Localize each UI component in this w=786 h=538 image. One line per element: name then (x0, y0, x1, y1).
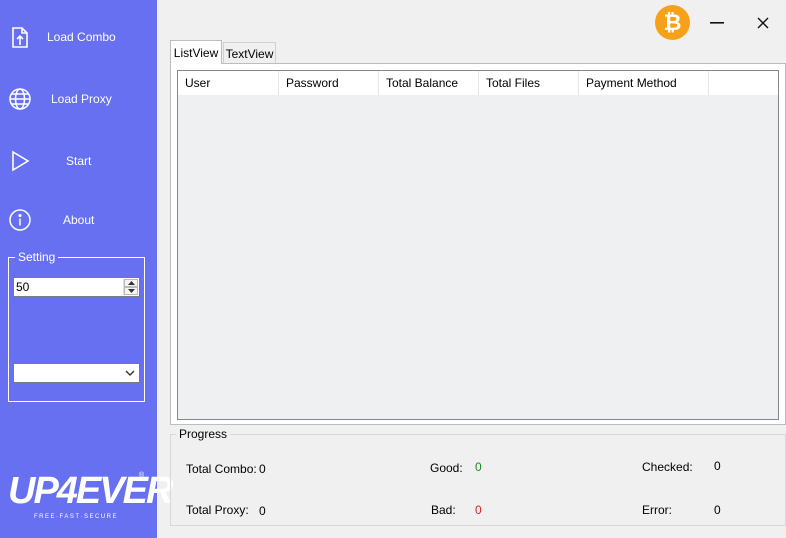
stepper-up-icon[interactable] (124, 279, 138, 287)
tab-textview[interactable]: TextView (223, 42, 276, 64)
results-listview[interactable]: User Password Total Balance Total Files … (177, 70, 779, 420)
stepper-down-icon[interactable] (124, 287, 138, 295)
threads-input[interactable] (14, 278, 122, 296)
tab-listview-label: ListView (173, 45, 219, 60)
load-combo-button[interactable]: Load Combo (0, 12, 157, 62)
bitcoin-symbol: ₿ (663, 10, 682, 36)
column-header-payment-method[interactable]: Payment Method (579, 71, 709, 95)
stepper-arrows (123, 279, 138, 295)
total-combo-label: Total Combo: (186, 462, 257, 476)
about-label: About (63, 213, 95, 227)
error-label: Error: (642, 503, 672, 517)
progress-group: Progress Total Combo: 0 Total Proxy: 0 G… (170, 427, 786, 526)
logo-text: UP4EVER (8, 470, 173, 512)
close-icon[interactable] (746, 6, 780, 40)
minimize-icon[interactable] (700, 6, 734, 40)
setting-dropdown[interactable] (13, 363, 140, 383)
tab-panel: User Password Total Balance Total Files … (170, 63, 786, 425)
logo-tagline: FREE·FAST·SECURE (34, 514, 119, 520)
total-proxy-value: 0 (259, 504, 266, 518)
checked-label: Checked: (642, 460, 693, 474)
setting-legend: Setting (15, 250, 59, 264)
bad-value: 0 (475, 503, 482, 517)
play-icon (8, 149, 32, 173)
tab-textview-label: TextView (225, 46, 274, 61)
start-label: Start (66, 154, 92, 168)
file-upload-icon (8, 25, 32, 49)
load-proxy-label: Load Proxy (51, 92, 112, 106)
good-value: 0 (475, 460, 482, 474)
start-button[interactable]: Start (0, 136, 157, 186)
checked-value: 0 (714, 459, 721, 473)
load-combo-label: Load Combo (47, 30, 116, 44)
column-header-total-files[interactable]: Total Files (479, 71, 579, 95)
column-header-password[interactable]: Password (279, 71, 379, 95)
error-value: 0 (714, 503, 721, 517)
brand-logo: UP4EVER ® FREE·FAST·SECURE (8, 470, 173, 526)
bad-label: Bad: (431, 503, 456, 517)
column-header-total-balance[interactable]: Total Balance (379, 71, 479, 95)
logo-registered: ® (139, 472, 145, 479)
total-proxy-label: Total Proxy: (186, 503, 249, 517)
info-icon (8, 208, 32, 232)
threads-stepper[interactable] (13, 277, 140, 297)
setting-group: Setting (8, 250, 145, 402)
good-label: Good: (430, 461, 463, 475)
bitcoin-icon[interactable]: ₿ (655, 5, 690, 40)
column-header-user[interactable]: User (178, 71, 279, 95)
load-proxy-button[interactable]: Load Proxy (0, 74, 157, 124)
total-combo-value: 0 (259, 462, 266, 476)
progress-legend: Progress (176, 427, 231, 441)
about-button[interactable]: About (0, 195, 157, 245)
sidebar: Load Combo Load Proxy Start About Settin… (0, 0, 173, 538)
globe-icon (8, 87, 32, 111)
listview-header: User Password Total Balance Total Files … (178, 71, 778, 95)
tab-listview[interactable]: ListView (170, 40, 222, 64)
chevron-down-icon (124, 367, 136, 379)
